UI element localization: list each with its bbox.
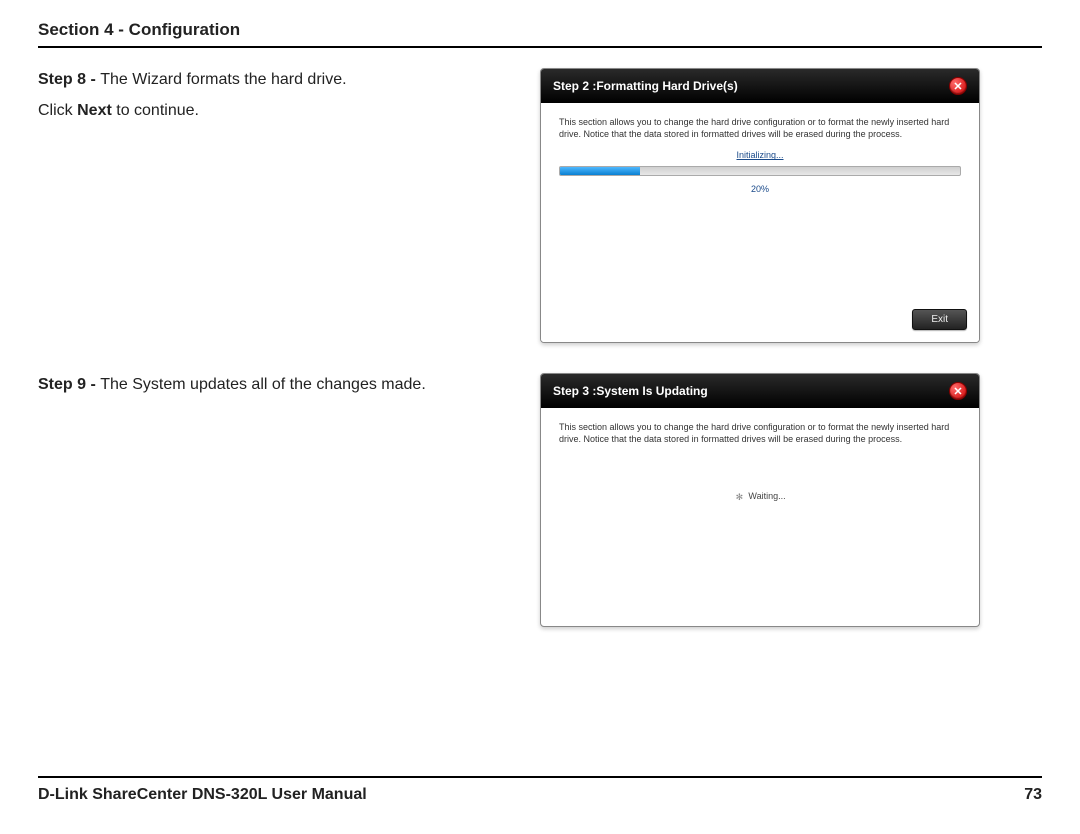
wizard1-header: Step 2 :Formatting Hard Drive(s) ✕ bbox=[541, 69, 979, 103]
step8-click-prefix: Click bbox=[38, 102, 77, 119]
wizard1-desc: This section allows you to change the ha… bbox=[559, 117, 961, 140]
waiting-indicator: Waiting... bbox=[559, 491, 961, 503]
page-footer: D-Link ShareCenter DNS-320L User Manual … bbox=[38, 776, 1042, 804]
progress-bar bbox=[559, 166, 961, 176]
wizard1-footer: Exit bbox=[541, 303, 979, 342]
progress-percent: 20% bbox=[559, 184, 961, 196]
close-icon[interactable]: ✕ bbox=[949, 77, 967, 95]
section-title: Section 4 - Configuration bbox=[38, 20, 1042, 48]
progress-label: Initializing... bbox=[559, 150, 961, 162]
wizard-format-hdd: Step 2 :Formatting Hard Drive(s) ✕ This … bbox=[540, 68, 980, 343]
exit-button[interactable]: Exit bbox=[912, 309, 967, 330]
step8-text-col: Step 8 - The Wizard formats the hard dri… bbox=[38, 68, 518, 343]
wizard1-body: This section allows you to change the ha… bbox=[541, 103, 979, 303]
step9-label: Step 9 - bbox=[38, 376, 100, 393]
waiting-text: Waiting... bbox=[748, 491, 785, 501]
step8-label: Step 8 - bbox=[38, 71, 100, 88]
wizard2-title: Step 3 :System Is Updating bbox=[553, 384, 708, 398]
page-number: 73 bbox=[1024, 786, 1042, 804]
wizard2-header: Step 3 :System Is Updating ✕ bbox=[541, 374, 979, 408]
step8-row: Step 8 - The Wizard formats the hard dri… bbox=[38, 68, 1042, 343]
manual-title: D-Link ShareCenter DNS-320L User Manual bbox=[38, 786, 367, 804]
step9-row: Step 9 - The System updates all of the c… bbox=[38, 373, 1042, 627]
step9-text-col: Step 9 - The System updates all of the c… bbox=[38, 373, 518, 627]
step8-click-bold: Next bbox=[77, 102, 112, 119]
wizard2-desc: This section allows you to change the ha… bbox=[559, 422, 961, 445]
wizard-system-updating: Step 3 :System Is Updating ✕ This sectio… bbox=[540, 373, 980, 627]
wizard1-title: Step 2 :Formatting Hard Drive(s) bbox=[553, 79, 738, 93]
step9-text: The System updates all of the changes ma… bbox=[100, 376, 426, 393]
step8-click-suffix: to continue. bbox=[112, 102, 199, 119]
close-icon[interactable]: ✕ bbox=[949, 382, 967, 400]
wizard2-body: This section allows you to change the ha… bbox=[541, 408, 979, 626]
spinner-icon bbox=[734, 492, 744, 502]
step8-text: The Wizard formats the hard drive. bbox=[100, 71, 346, 88]
progress-fill bbox=[560, 167, 640, 175]
